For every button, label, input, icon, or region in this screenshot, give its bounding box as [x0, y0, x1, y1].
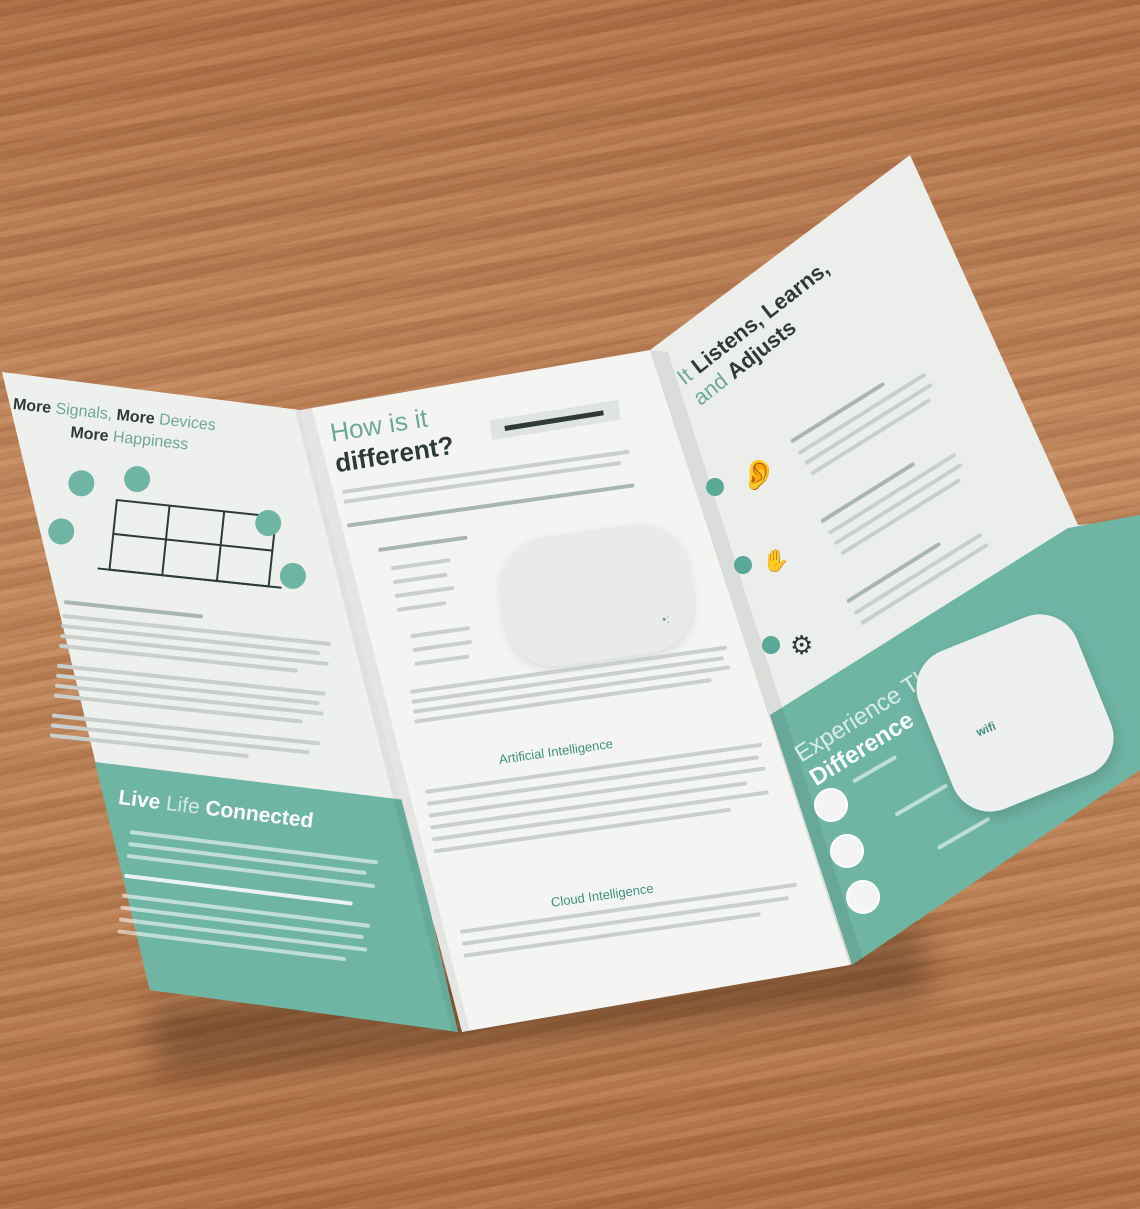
footer-feature-icon-3 [846, 880, 880, 914]
scene: More Signals, More Devices More Happines… [0, 0, 1140, 1209]
ear-icon: 👂 [740, 459, 778, 492]
footer-feature-icon-1 [814, 788, 848, 822]
hand-icon: ✋ [762, 548, 790, 573]
footer-word-life: Life [164, 791, 202, 819]
headline-word-more: More [12, 396, 53, 417]
feature-bullet-3 [762, 636, 780, 654]
headline-word-more-2: More [115, 406, 156, 428]
feature-bullet-1 [706, 478, 724, 496]
footer-feature-icon-2 [830, 834, 864, 868]
gear-icon: ⚙ [790, 630, 814, 660]
footer-word-live: Live [117, 786, 162, 814]
feature-bullet-2 [734, 556, 752, 574]
headline-word-more-3: More [69, 424, 110, 446]
